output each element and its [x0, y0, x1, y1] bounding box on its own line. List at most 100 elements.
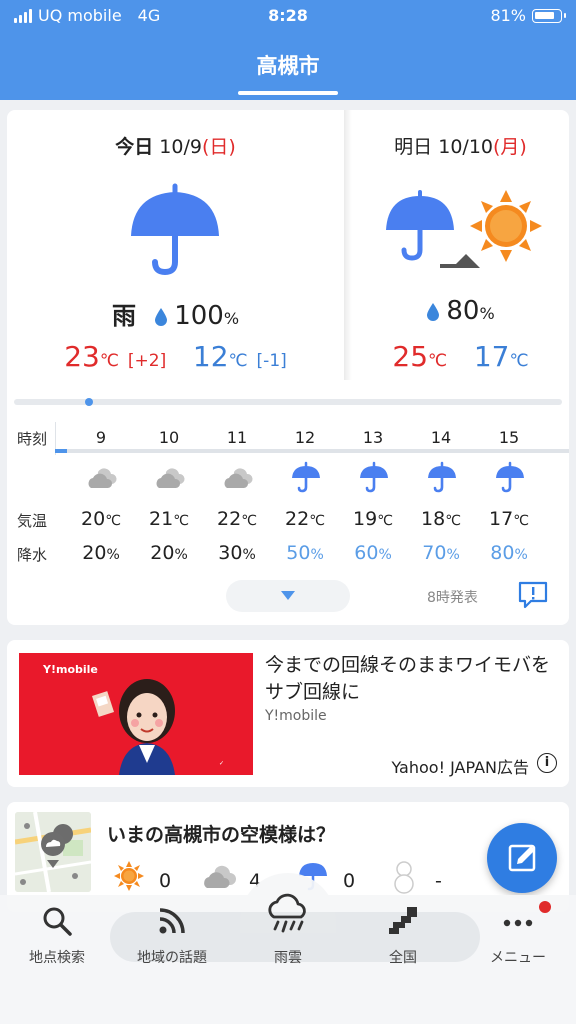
battery-icon — [532, 8, 566, 23]
battery-info: 81% — [490, 6, 566, 25]
precip-unit: % — [174, 547, 188, 563]
hour-precip-value: 80 — [490, 542, 515, 564]
nav-menu[interactable]: メニュー — [463, 895, 573, 975]
hour-precip: 30% — [203, 542, 271, 564]
tomorrow-forecast[interactable]: 明日 10/10(月) 80% 25℃ 17℃ — [352, 110, 569, 380]
today-temps: 23℃ [+2] 12℃ [-1] — [7, 340, 344, 373]
hour-temp-value: 19 — [353, 508, 378, 530]
nav-nationwide[interactable]: 全国 — [348, 895, 458, 975]
ad-label: Yahoo! JAPAN広告 — [391, 758, 529, 777]
temp-unit: ℃ — [513, 513, 529, 529]
ad-image[interactable]: Y!mobile ✓ — [19, 653, 253, 775]
temp-unit: ℃ — [228, 351, 248, 371]
raindrop-icon — [427, 302, 440, 321]
today-forecast[interactable]: 今日 10/9(日) 雨 100% 23℃ [+2] 12℃ [-1] — [7, 110, 344, 380]
forecast-scrollbar[interactable] — [14, 399, 562, 405]
sky-map-thumbnail[interactable] — [15, 812, 91, 892]
hour-temp: 21℃ — [135, 508, 203, 530]
tomorrow-high: 25℃ — [392, 340, 447, 373]
svg-text:✓: ✓ — [219, 761, 224, 767]
day-divider — [344, 110, 352, 380]
today-precip: 100 — [174, 301, 224, 331]
page-title[interactable]: 高槻市 — [0, 50, 576, 80]
nav-menu-label: メニュー — [490, 950, 546, 966]
nav-local-topics[interactable]: 地域の話題 — [117, 895, 227, 975]
ad-headline[interactable]: 今までの回線そのままワイモバをサブ回線に — [265, 652, 555, 706]
temp-unit: ℃ — [428, 351, 448, 371]
umbrella-icon — [357, 460, 391, 494]
hour-label: 11 — [226, 428, 248, 447]
tomorrow-label: 明日 — [394, 136, 433, 158]
hour-precip-value: 50 — [286, 542, 311, 564]
hour-label: 15 — [498, 428, 520, 447]
tomorrow-heading: 明日 10/10(月) — [352, 132, 569, 159]
hour-temp-value: 18 — [421, 508, 446, 530]
hour-temp-value: 17 — [489, 508, 514, 530]
today-weekday: (日) — [201, 136, 236, 158]
today-high-value: 23 — [64, 340, 100, 373]
hour-header-line — [55, 449, 569, 453]
post-report-button[interactable] — [487, 823, 557, 893]
notification-badge — [539, 901, 551, 913]
cloud-icon — [221, 460, 255, 494]
temp-unit: ℃ — [445, 513, 461, 529]
sun-count: 0 — [159, 870, 172, 892]
tomorrow-high-value: 25 — [392, 340, 429, 373]
hour-temp: 19℃ — [339, 508, 407, 530]
precip-unit: % — [378, 547, 392, 563]
hour-temp: 17℃ — [475, 508, 543, 530]
ad-advertiser: Y!mobile — [265, 708, 327, 724]
hour-temp: 22℃ — [271, 508, 339, 530]
chevron-down-icon — [281, 591, 295, 600]
rain-cloud-icon — [268, 893, 306, 933]
tomorrow-temps: 25℃ 17℃ — [352, 340, 569, 373]
umbrella-icon — [289, 460, 323, 494]
rss-icon — [159, 908, 185, 934]
hour-precip: 70% — [407, 542, 475, 564]
hour-precip: 60% — [339, 542, 407, 564]
ad-card[interactable]: Y!mobile ✓ 今までの回線そのままワイモバをサブ回線に Y!mobile… — [7, 640, 569, 787]
hour-temp: 1 — [543, 508, 569, 530]
precip-unit: % — [514, 547, 528, 563]
sun-icon — [114, 861, 144, 891]
hour-label: 9 — [95, 428, 107, 447]
hour-precip: 20% — [135, 542, 203, 564]
temp-unit: ℃ — [377, 513, 393, 529]
edit-icon — [508, 844, 536, 872]
temp-unit: ℃ — [509, 351, 529, 371]
battery-percent: 81% — [490, 6, 526, 25]
tomorrow-precip-unit: % — [479, 304, 495, 323]
hour-label: 14 — [430, 428, 452, 447]
status-bar: UQ mobile 4G 8:28 81% — [0, 6, 576, 28]
tomorrow-date: 10/10 — [438, 136, 493, 158]
today-high: 23℃ [+2] — [64, 340, 166, 373]
nav-rain-cloud-label: 雨雲 — [274, 950, 302, 966]
precip-unit: % — [242, 547, 256, 563]
title-underline — [238, 91, 338, 95]
precip-unit: % — [446, 547, 460, 563]
scroll-position-indicator[interactable] — [85, 398, 93, 406]
condition-text: 雨 — [111, 302, 136, 330]
hour-precip-value: 60 — [354, 542, 379, 564]
hour-precip-value: 70 — [422, 542, 447, 564]
report-icon[interactable] — [517, 580, 549, 610]
nav-search-label: 地点検索 — [29, 950, 85, 966]
hourly-forecast[interactable]: 時刻 気温 降水 9 20℃ 20% 10 21℃ 20% 11 22℃ 30% 12 22℃ 50%… — [7, 422, 569, 566]
temp-row-label: 気温 — [17, 512, 48, 530]
nav-rain-cloud[interactable]: 雨雲 — [233, 893, 343, 975]
today-condition: 雨 100% — [7, 296, 344, 331]
expand-button[interactable] — [226, 580, 350, 612]
snow-count: - — [435, 870, 442, 892]
app-header: UQ mobile 4G 8:28 81% 高槻市 — [0, 0, 576, 100]
issued-time: 8時発表 — [427, 590, 478, 606]
nav-nationwide-label: 全国 — [389, 950, 417, 966]
today-heading: 今日 10/9(日) — [7, 132, 344, 159]
ad-info-icon[interactable]: i — [537, 753, 557, 773]
hour-temp: 20℃ — [67, 508, 135, 530]
nav-search[interactable]: 地点検索 — [2, 895, 112, 975]
hour-precip-value: 30 — [218, 542, 243, 564]
temp-unit: ℃ — [105, 513, 121, 529]
temp-unit: ℃ — [99, 351, 119, 371]
today-label: 今日 — [115, 136, 154, 158]
hour-precip-value: 20 — [150, 542, 175, 564]
